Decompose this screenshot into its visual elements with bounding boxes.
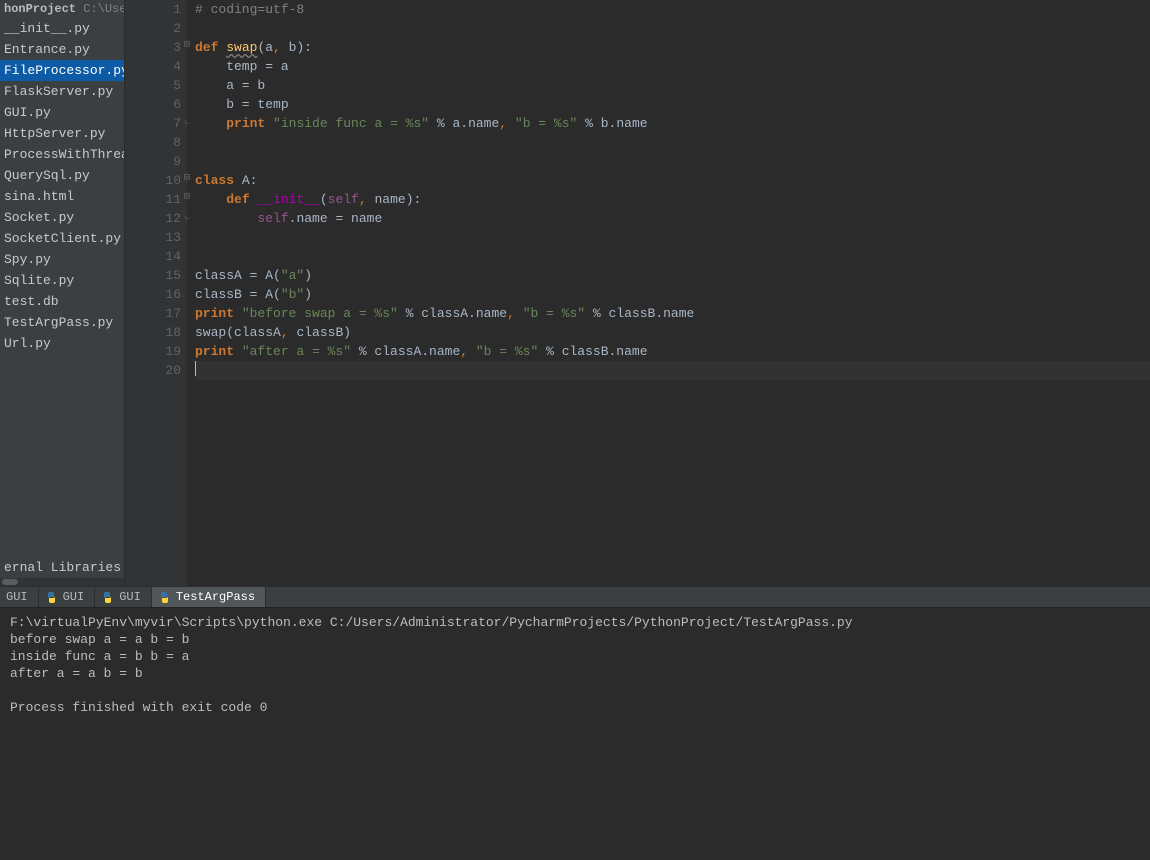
line-number[interactable]: 10⊟: [125, 171, 181, 190]
code-line[interactable]: [195, 247, 1150, 266]
project-root[interactable]: honProject C:\Users: [0, 0, 124, 18]
file-item-__init__-py[interactable]: __init__.py: [0, 18, 124, 39]
run-tab-gui[interactable]: GUI: [0, 587, 39, 607]
code-line[interactable]: def __init__(self, name):: [195, 190, 1150, 209]
console-output[interactable]: F:\virtualPyEnv\myvir\Scripts\python.exe…: [0, 608, 1150, 860]
code-line[interactable]: classB = A("b"): [195, 285, 1150, 304]
code-line[interactable]: class A:: [195, 171, 1150, 190]
code-line[interactable]: print "before swap a = %s" % classA.name…: [195, 304, 1150, 323]
python-icon: [158, 591, 171, 604]
code-line[interactable]: a = b: [195, 76, 1150, 95]
editor-gutter[interactable]: 123⊟4567⌞8910⊟11⊟12⌞1314151617181920: [125, 0, 187, 586]
file-item-Url-py[interactable]: Url.py: [0, 333, 124, 354]
run-tab-label: TestArgPass: [176, 590, 255, 604]
project-file-list: __init__.pyEntrance.pyFileProcessor.pyFl…: [0, 18, 124, 557]
file-item-HttpServer-py[interactable]: HttpServer.py: [0, 123, 124, 144]
file-item-Spy-py[interactable]: Spy.py: [0, 249, 124, 270]
file-item-ProcessWithThread-py[interactable]: ProcessWithThread.py: [0, 144, 124, 165]
file-item-QuerySql-py[interactable]: QuerySql.py: [0, 165, 124, 186]
file-item-FileProcessor-py[interactable]: FileProcessor.py: [0, 60, 124, 81]
project-root-path: C:\Users: [83, 2, 125, 16]
line-number[interactable]: 16: [125, 285, 181, 304]
code-line[interactable]: print "after a = %s" % classA.name, "b =…: [195, 342, 1150, 361]
run-tab-testargpass[interactable]: TestArgPass: [152, 587, 266, 607]
line-number[interactable]: 15: [125, 266, 181, 285]
line-number[interactable]: 6: [125, 95, 181, 114]
line-number[interactable]: 7⌞: [125, 114, 181, 133]
fold-start-icon[interactable]: ⊟: [181, 41, 190, 50]
line-number[interactable]: 11⊟: [125, 190, 181, 209]
line-number[interactable]: 13: [125, 228, 181, 247]
project-root-name: honProject: [4, 2, 76, 16]
file-item-FlaskServer-py[interactable]: FlaskServer.py: [0, 81, 124, 102]
file-item-sina-html[interactable]: sina.html: [0, 186, 124, 207]
console-tab-bar: GUI GUI GUI TestArgPass: [0, 586, 1150, 608]
line-number[interactable]: 12⌞: [125, 209, 181, 228]
run-tab-gui[interactable]: GUI: [95, 587, 152, 607]
code-line[interactable]: print "inside func a = %s" % a.name, "b …: [195, 114, 1150, 133]
line-number[interactable]: 20: [125, 361, 181, 380]
fold-start-icon[interactable]: ⊟: [181, 174, 190, 183]
line-number[interactable]: 5: [125, 76, 181, 95]
code-line[interactable]: [195, 361, 1150, 380]
horizontal-scrollbar[interactable]: [0, 578, 124, 586]
scrollbar-thumb[interactable]: [2, 579, 18, 585]
code-line[interactable]: temp = a: [195, 57, 1150, 76]
fold-start-icon[interactable]: ⊟: [181, 193, 190, 202]
line-number[interactable]: 19: [125, 342, 181, 361]
code-editor[interactable]: 123⊟4567⌞8910⊟11⊟12⌞1314151617181920 # c…: [125, 0, 1150, 586]
file-item-test-db[interactable]: test.db: [0, 291, 124, 312]
run-tab-label: GUI: [119, 590, 141, 604]
code-line[interactable]: swap(classA, classB): [195, 323, 1150, 342]
line-number[interactable]: 4: [125, 57, 181, 76]
line-number[interactable]: 8: [125, 133, 181, 152]
code-line[interactable]: classA = A("a"): [195, 266, 1150, 285]
code-line[interactable]: [195, 19, 1150, 38]
run-tab-gui[interactable]: GUI: [39, 587, 96, 607]
editor-code[interactable]: # coding=utf-8 def swap(a, b): temp = a a…: [187, 0, 1150, 586]
fold-end-icon[interactable]: ⌞: [181, 117, 190, 126]
file-item-Socket-py[interactable]: Socket.py: [0, 207, 124, 228]
file-item-TestArgPass-py[interactable]: TestArgPass.py: [0, 312, 124, 333]
code-line[interactable]: self.name = name: [195, 209, 1150, 228]
fold-end-icon[interactable]: ⌞: [181, 212, 190, 221]
line-number[interactable]: 17: [125, 304, 181, 323]
line-number[interactable]: 2: [125, 19, 181, 38]
line-number[interactable]: 14: [125, 247, 181, 266]
code-line[interactable]: [195, 133, 1150, 152]
python-icon: [101, 591, 114, 604]
code-line[interactable]: [195, 228, 1150, 247]
line-number[interactable]: 9: [125, 152, 181, 171]
line-number[interactable]: 1: [125, 0, 181, 19]
line-number[interactable]: 18: [125, 323, 181, 342]
run-tab-label: GUI: [63, 590, 85, 604]
python-icon: [45, 591, 58, 604]
external-libraries[interactable]: ernal Libraries: [0, 557, 124, 578]
file-item-Entrance-py[interactable]: Entrance.py: [0, 39, 124, 60]
code-line[interactable]: # coding=utf-8: [195, 0, 1150, 19]
code-line[interactable]: b = temp: [195, 95, 1150, 114]
code-line[interactable]: def swap(a, b):: [195, 38, 1150, 57]
code-line[interactable]: [195, 152, 1150, 171]
line-number[interactable]: 3⊟: [125, 38, 181, 57]
caret: [195, 361, 196, 376]
run-tab-label: GUI: [6, 590, 28, 604]
project-sidebar: honProject C:\Users __init__.pyEntrance.…: [0, 0, 125, 586]
file-item-SocketClient-py[interactable]: SocketClient.py: [0, 228, 124, 249]
file-item-GUI-py[interactable]: GUI.py: [0, 102, 124, 123]
file-item-Sqlite-py[interactable]: Sqlite.py: [0, 270, 124, 291]
